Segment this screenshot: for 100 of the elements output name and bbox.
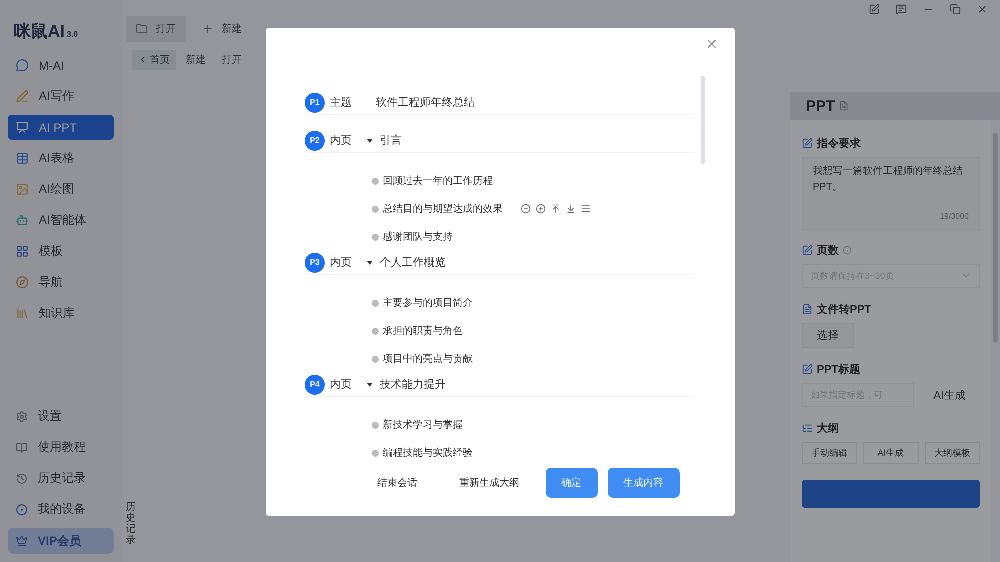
info-icon bbox=[843, 246, 852, 255]
maximize-icon[interactable] bbox=[950, 4, 961, 15]
page-title[interactable]: 技术能力提升 bbox=[380, 377, 446, 392]
gear-icon bbox=[16, 410, 28, 422]
presentation-icon bbox=[16, 121, 29, 134]
point-text[interactable]: 感谢团队与支持 bbox=[383, 230, 453, 244]
bullet-icon bbox=[372, 178, 379, 184]
breadcrumb-link[interactable]: 打开 bbox=[216, 50, 248, 70]
bullet-icon bbox=[372, 206, 379, 212]
point-text[interactable]: 项目中的亮点与贡献 bbox=[383, 352, 473, 366]
ai-generate-button[interactable]: AI生成 bbox=[920, 383, 980, 407]
page-badge: P3 bbox=[305, 252, 325, 272]
page-badge: P1 bbox=[305, 92, 325, 112]
breadcrumb-link[interactable]: 新建 bbox=[180, 50, 212, 70]
bullet-icon bbox=[372, 300, 379, 306]
bullet-icon bbox=[372, 450, 379, 456]
outline-icon bbox=[802, 423, 813, 434]
sidebar-item[interactable]: 知识库 bbox=[8, 301, 114, 326]
sidebar-item[interactable]: M-AI bbox=[8, 53, 114, 78]
book-icon bbox=[16, 442, 28, 454]
history-icon bbox=[16, 472, 28, 484]
sidebar-item[interactable]: 模板 bbox=[8, 239, 114, 264]
point-text[interactable]: 承担的职责与角色 bbox=[383, 324, 463, 338]
sidebar-item[interactable]: AI绘图 bbox=[8, 177, 114, 202]
grid-icon bbox=[16, 245, 29, 258]
select-button[interactable]: 选择 bbox=[802, 323, 854, 348]
table-icon bbox=[16, 152, 29, 165]
library-icon bbox=[16, 307, 29, 320]
page-title[interactable]: 引言 bbox=[380, 133, 402, 148]
sidebar-item[interactable]: 设置 bbox=[8, 404, 114, 429]
caret-icon[interactable] bbox=[366, 136, 374, 144]
message-icon[interactable] bbox=[896, 4, 907, 15]
field-label: 页数 bbox=[817, 244, 839, 258]
field-label: 指令要求 bbox=[817, 136, 861, 151]
page-badge: P2 bbox=[305, 130, 325, 150]
note-icon bbox=[802, 245, 813, 256]
instruction-field[interactable]: 我想写一篇软件工程师的年终总结PPT。 19/3000 bbox=[802, 157, 980, 231]
tab[interactable]: 新建 bbox=[192, 16, 252, 42]
point-text[interactable]: 主要参与的项目简介 bbox=[383, 296, 473, 310]
vip-button[interactable]: VIP会员 bbox=[8, 528, 114, 554]
device-icon bbox=[16, 504, 28, 516]
crown-icon bbox=[16, 535, 28, 547]
page-type-label: 主题 bbox=[330, 96, 352, 110]
remove-icon[interactable] bbox=[521, 204, 531, 214]
folder-icon bbox=[136, 23, 148, 35]
note-icon bbox=[802, 364, 813, 375]
page-title[interactable]: 软件工程师年终总结 bbox=[376, 95, 475, 110]
app-logo: 咪鼠AI 3.0 bbox=[13, 21, 80, 43]
outline-button[interactable]: AI生成 bbox=[863, 442, 919, 464]
edit-icon[interactable] bbox=[869, 4, 880, 15]
dialog-button[interactable]: 确定 bbox=[546, 468, 598, 498]
outline-button[interactable]: 手动编辑 bbox=[802, 442, 858, 464]
page-title[interactable]: 个人工作概览 bbox=[380, 255, 446, 270]
plus-icon bbox=[202, 23, 214, 35]
bullet-icon bbox=[372, 328, 379, 334]
add-icon[interactable] bbox=[536, 204, 546, 214]
dialog-button[interactable]: 结束会话 bbox=[362, 468, 434, 498]
point-text[interactable]: 总结目的与期望达成的效果 bbox=[383, 202, 503, 216]
breadcrumb-link[interactable]: 首页 bbox=[132, 50, 176, 70]
sidebar-item[interactable]: 导航 bbox=[8, 270, 114, 295]
compass-icon bbox=[16, 276, 29, 289]
caret-icon[interactable] bbox=[366, 380, 374, 388]
chat-icon bbox=[16, 59, 29, 72]
scrollbar[interactable] bbox=[701, 76, 705, 164]
field-label: 大纲 bbox=[817, 422, 839, 436]
move-down-icon[interactable] bbox=[566, 204, 576, 214]
sidebar-item[interactable]: AI智能体 bbox=[8, 208, 114, 233]
field-label: 文件转PPT bbox=[817, 302, 872, 317]
history-tab[interactable]: 历史记录 bbox=[126, 502, 136, 546]
list-icon[interactable] bbox=[581, 204, 591, 214]
image-icon bbox=[16, 183, 29, 196]
point-text[interactable]: 新技术学习与掌握 bbox=[383, 418, 463, 432]
field-label: PPT标题 bbox=[817, 362, 860, 377]
page-type-label: 内页 bbox=[330, 378, 352, 392]
move-up-icon[interactable] bbox=[551, 204, 561, 214]
sidebar-item[interactable]: AI PPT bbox=[8, 115, 114, 140]
bullet-icon bbox=[372, 234, 379, 240]
page-type-label: 内页 bbox=[330, 256, 352, 270]
document-icon bbox=[839, 101, 850, 111]
sidebar-item[interactable]: AI表格 bbox=[8, 146, 114, 171]
pen-icon bbox=[16, 90, 29, 103]
sidebar-item[interactable]: AI写作 bbox=[8, 84, 114, 109]
page-type-label: 内页 bbox=[330, 134, 352, 148]
dialog-button[interactable]: 生成内容 bbox=[608, 468, 680, 498]
sidebar-item[interactable]: 历史记录 bbox=[8, 466, 114, 491]
bullet-icon bbox=[372, 356, 379, 362]
caret-icon[interactable] bbox=[366, 258, 374, 266]
bullet-icon bbox=[372, 422, 379, 428]
tab[interactable]: 打开 bbox=[126, 16, 186, 42]
file-icon bbox=[802, 304, 813, 315]
dialog-button[interactable]: 重新生成大纲 bbox=[444, 468, 536, 498]
panel-title: PPT bbox=[806, 98, 836, 114]
point-text[interactable]: 回顾过去一年的工作历程 bbox=[383, 174, 493, 188]
outline-button[interactable]: 大纲模板 bbox=[924, 442, 980, 464]
close-icon[interactable] bbox=[977, 4, 988, 15]
sidebar-item[interactable]: 我的设备 bbox=[8, 497, 114, 522]
sidebar-item[interactable]: 使用教程 bbox=[8, 435, 114, 460]
point-text[interactable]: 编程技能与实践经验 bbox=[383, 446, 473, 458]
close-icon[interactable] bbox=[705, 37, 719, 51]
page-badge: P4 bbox=[305, 374, 325, 394]
